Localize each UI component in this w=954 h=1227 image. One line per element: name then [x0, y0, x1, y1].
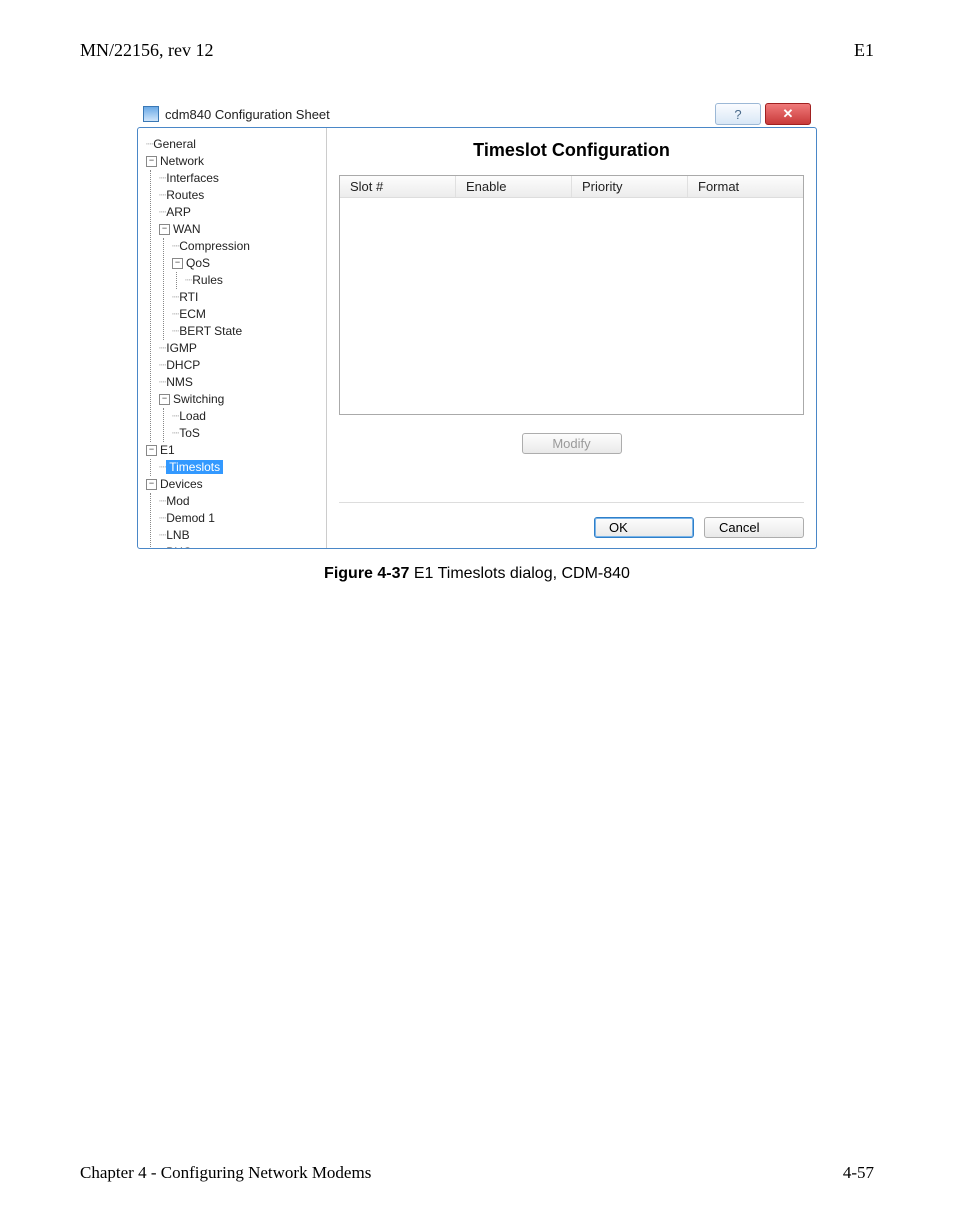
tree-timeslots[interactable]: Timeslots [166, 460, 223, 474]
modify-button: Modify [522, 433, 622, 454]
figure-caption: Figure 4-37 E1 Timeslots dialog, CDM-840 [137, 565, 817, 583]
chapter-label: Chapter 4 - Configuring Network Modems [80, 1163, 371, 1183]
timeslot-table[interactable]: Slot # Enable Priority Format [339, 175, 804, 415]
tree-load[interactable]: Load [179, 409, 206, 423]
tree-lnb[interactable]: LNB [166, 528, 189, 542]
tree-network[interactable]: Network [160, 154, 204, 168]
page-section: E1 [854, 40, 874, 61]
col-priority[interactable]: Priority [572, 176, 688, 197]
tree-nms[interactable]: NMS [166, 375, 193, 389]
col-slot[interactable]: Slot # [340, 176, 456, 197]
window-title: cdm840 Configuration Sheet [165, 107, 711, 122]
figure-text: E1 Timeslots dialog, CDM-840 [409, 565, 630, 582]
help-button[interactable]: ? [715, 103, 761, 125]
tree-qos[interactable]: QoS [186, 256, 210, 270]
expander-icon[interactable]: − [146, 479, 157, 490]
title-bar[interactable]: cdm840 Configuration Sheet ? ✕ [137, 101, 817, 127]
table-header-row: Slot # Enable Priority Format [340, 176, 803, 198]
tree-dhcp[interactable]: DHCP [166, 358, 200, 372]
expander-icon[interactable]: − [159, 224, 170, 235]
close-button[interactable]: ✕ [765, 103, 811, 125]
tree-igmp[interactable]: IGMP [166, 341, 197, 355]
tree-e1[interactable]: E1 [160, 443, 175, 457]
col-format[interactable]: Format [688, 176, 803, 197]
panel-title: Timeslot Configuration [339, 140, 804, 161]
cancel-button[interactable]: Cancel [704, 517, 804, 538]
tree-arp[interactable]: ARP [166, 205, 191, 219]
tree-interfaces[interactable]: Interfaces [166, 171, 219, 185]
col-enable[interactable]: Enable [456, 176, 572, 197]
tree-rules[interactable]: Rules [192, 273, 223, 287]
expander-icon[interactable]: − [159, 394, 170, 405]
tree-devices[interactable]: Devices [160, 477, 203, 491]
tree-general[interactable]: General [153, 137, 196, 151]
expander-icon[interactable]: − [146, 156, 157, 167]
dialog-window: cdm840 Configuration Sheet ? ✕ General −… [137, 101, 817, 583]
tree-rti[interactable]: RTI [179, 290, 198, 304]
figure-number: Figure 4-37 [324, 565, 409, 582]
tree-bert-state[interactable]: BERT State [179, 324, 242, 338]
tree-buc[interactable]: BUC [166, 545, 191, 548]
tree-wan[interactable]: WAN [173, 222, 201, 236]
close-icon: ✕ [783, 106, 794, 122]
tree-demod1[interactable]: Demod 1 [166, 511, 215, 525]
help-icon: ? [734, 107, 741, 122]
expander-icon[interactable]: − [172, 258, 183, 269]
tree-routes[interactable]: Routes [166, 188, 204, 202]
tree-mod[interactable]: Mod [166, 494, 189, 508]
tree-tos[interactable]: ToS [179, 426, 200, 440]
ok-button[interactable]: OK [594, 517, 694, 538]
nav-tree[interactable]: General −Network Interfaces Routes ARP −… [138, 128, 327, 548]
doc-id: MN/22156, rev 12 [80, 40, 214, 61]
app-icon [143, 106, 159, 122]
expander-icon[interactable]: − [146, 445, 157, 456]
tree-compression[interactable]: Compression [179, 239, 250, 253]
tree-switching[interactable]: Switching [173, 392, 224, 406]
tree-ecm[interactable]: ECM [179, 307, 206, 321]
page-number: 4-57 [843, 1163, 874, 1183]
